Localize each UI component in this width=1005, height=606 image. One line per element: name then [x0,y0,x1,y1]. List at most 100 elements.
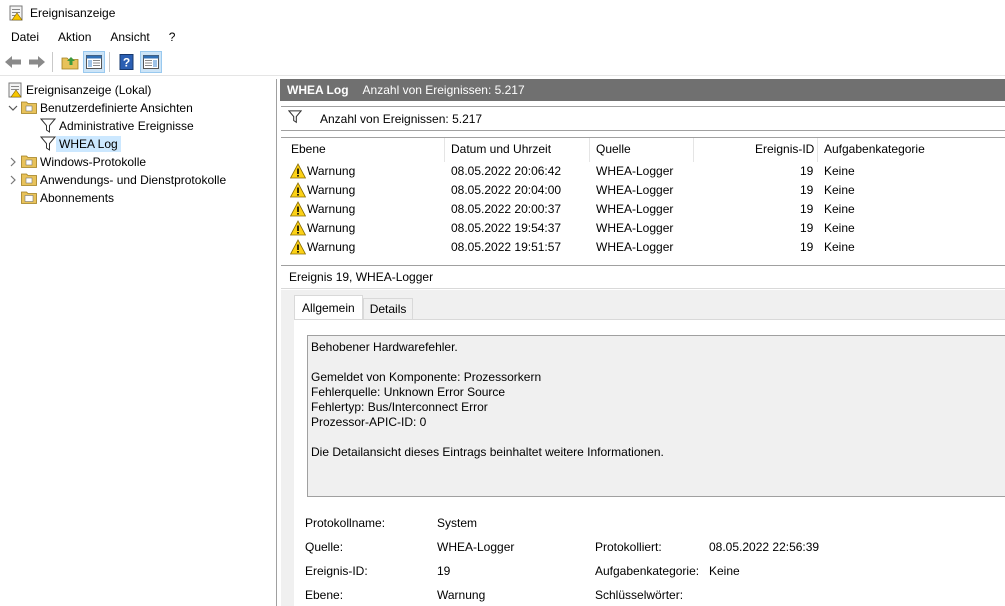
description-line: Fehlerquelle: Unknown Error Source [311,385,506,399]
tree-label: Windows-Protokolle [40,155,147,169]
event-id-label: Ereignis-ID: [305,564,368,578]
results-pane: WHEA Log Anzahl von Ereignissen: 5.217 A… [280,79,1005,606]
tree-item-custom-views[interactable]: Benutzerdefinierte Ansichten [7,99,193,117]
chevron-down-icon[interactable] [7,99,19,117]
window-title: Ereignisanzeige [30,5,116,20]
column-header-task-category[interactable]: Aufgabenkategorie [824,142,925,156]
description-line: Die Detailansicht dieses Eintrags beinha… [311,445,664,459]
tab-details[interactable]: Details [362,298,414,319]
column-header-event-id[interactable]: Ereignis-ID [755,142,814,156]
tree-item-whea-log[interactable]: WHEA Log [38,135,121,153]
cell-datetime: 08.05.2022 20:06:42 [451,164,562,178]
tree-label: Benutzerdefinierte Ansichten [40,101,193,115]
warning-icon [289,201,307,217]
pane-header: WHEA Log Anzahl von Ereignissen: 5.217 [280,79,1005,101]
tab-general[interactable]: Allgemein [294,295,363,319]
cell-event-id: 19 [800,221,814,235]
cell-source: WHEA-Logger [596,221,674,235]
column-divider[interactable] [817,138,818,162]
table-row[interactable]: Warnung 08.05.2022 20:04:00 WHEA-Logger … [281,181,1005,200]
cell-source: WHEA-Logger [596,164,674,178]
console-tree: Ereignisanzeige (Lokal) Benutzerdefinier… [0,79,277,606]
event-id-value[interactable]: 19 [437,564,450,578]
cell-event-id: 19 [800,183,814,197]
menu-ansicht[interactable]: Ansicht [102,30,157,44]
warning-icon [289,220,307,236]
cell-source: WHEA-Logger [596,202,674,216]
cell-level: Warnung [307,240,356,254]
log-name-value[interactable]: System [437,516,477,530]
cell-datetime: 08.05.2022 20:04:00 [451,183,562,197]
cell-category: Keine [824,240,855,254]
task-category-value[interactable]: Keine [709,564,740,578]
filter-icon [39,118,57,134]
folder-icon [21,100,37,116]
cell-source: WHEA-Logger [596,183,674,197]
events-table: Ebene Datum und Uhrzeit Quelle Ereignis-… [281,137,1005,257]
tree-label: Administrative Ereignisse [59,119,194,133]
cell-event-id: 19 [800,240,814,254]
column-header-source[interactable]: Quelle [596,142,631,156]
table-row[interactable]: Warnung 08.05.2022 20:06:42 WHEA-Logger … [281,162,1005,181]
description-line: Fehlertyp: Bus/Interconnect Error [311,400,488,414]
level-value[interactable]: Warnung [437,588,485,602]
cell-category: Keine [824,202,855,216]
event-viewer-app-icon [8,5,24,21]
table-row[interactable]: Warnung 08.05.2022 19:51:57 WHEA-Logger … [281,238,1005,257]
help-icon[interactable]: ? [116,51,138,73]
column-header-level[interactable]: Ebene [291,142,326,156]
column-divider[interactable] [444,138,445,162]
tree-item-app-service-logs[interactable]: Anwendungs- und Dienstprotokolle [7,171,226,189]
show-hide-console-tree-icon[interactable] [83,51,105,73]
source-label: Quelle: [305,540,344,554]
cell-datetime: 08.05.2022 20:00:37 [451,202,562,216]
tree-item-root[interactable]: Ereignisanzeige (Lokal) [5,81,151,99]
menu-help[interactable]: ? [161,30,184,44]
event-viewer-icon [7,82,23,98]
menu-bar: Datei Aktion Ansicht ? [0,26,1005,48]
description-line: Gemeldet von Komponente: Prozessorkern [311,370,542,384]
cell-source: WHEA-Logger [596,240,674,254]
cell-event-id: 19 [800,202,814,216]
cell-level: Warnung [307,164,356,178]
toolbar-separator [52,52,53,72]
cell-event-id: 19 [800,164,814,178]
menu-datei[interactable]: Datei [3,30,47,44]
tree-item-windows-logs[interactable]: Windows-Protokolle [7,153,146,171]
cell-datetime: 08.05.2022 19:54:37 [451,221,562,235]
event-detail-body: Allgemein Details Behobener Hardwarefehl… [281,290,1005,606]
chevron-right-icon[interactable] [7,153,19,171]
cell-category: Keine [824,221,855,235]
chevron-right-icon[interactable] [7,171,19,189]
event-description[interactable]: Behobener Hardwarefehler. Gemeldet von K… [307,335,1005,497]
folder-up-icon[interactable] [59,51,81,73]
general-tab-panel: Behobener Hardwarefehler. Gemeldet von K… [294,319,1005,606]
table-row[interactable]: Warnung 08.05.2022 20:00:37 WHEA-Logger … [281,200,1005,219]
description-line: Prozessor-APIC-ID: 0 [311,415,427,429]
cell-level: Warnung [307,221,356,235]
level-label: Ebene: [305,588,344,602]
filter-icon [39,136,57,152]
column-header-datetime[interactable]: Datum und Uhrzeit [451,142,551,156]
tree-item-subscriptions[interactable]: Abonnements [19,189,114,207]
log-name-label: Protokollname: [305,516,386,530]
filter-bar: Anzahl von Ereignissen: 5.217 [281,106,1005,131]
logged-label: Protokolliert: [595,540,662,554]
table-row[interactable]: Warnung 08.05.2022 19:54:37 WHEA-Logger … [281,219,1005,238]
toolbar: ? [0,49,1005,76]
column-divider[interactable] [589,138,590,162]
logged-value[interactable]: 08.05.2022 22:56:39 [709,540,819,554]
show-hide-action-pane-icon[interactable] [140,51,162,73]
forward-arrow-icon[interactable] [26,51,48,73]
cell-level: Warnung [307,183,356,197]
back-arrow-icon[interactable] [2,51,24,73]
tree-label: Abonnements [40,191,115,205]
tree-item-admin-events[interactable]: Administrative Ereignisse [38,117,194,135]
tree-label: Anwendungs- und Dienstprotokolle [40,173,227,187]
warning-icon [289,163,307,179]
title-bar: Ereignisanzeige [0,0,1005,25]
source-value[interactable]: WHEA-Logger [437,540,514,554]
menu-aktion[interactable]: Aktion [50,30,99,44]
column-divider[interactable] [693,138,694,162]
tree-label: Ereignisanzeige (Lokal) [26,83,152,97]
